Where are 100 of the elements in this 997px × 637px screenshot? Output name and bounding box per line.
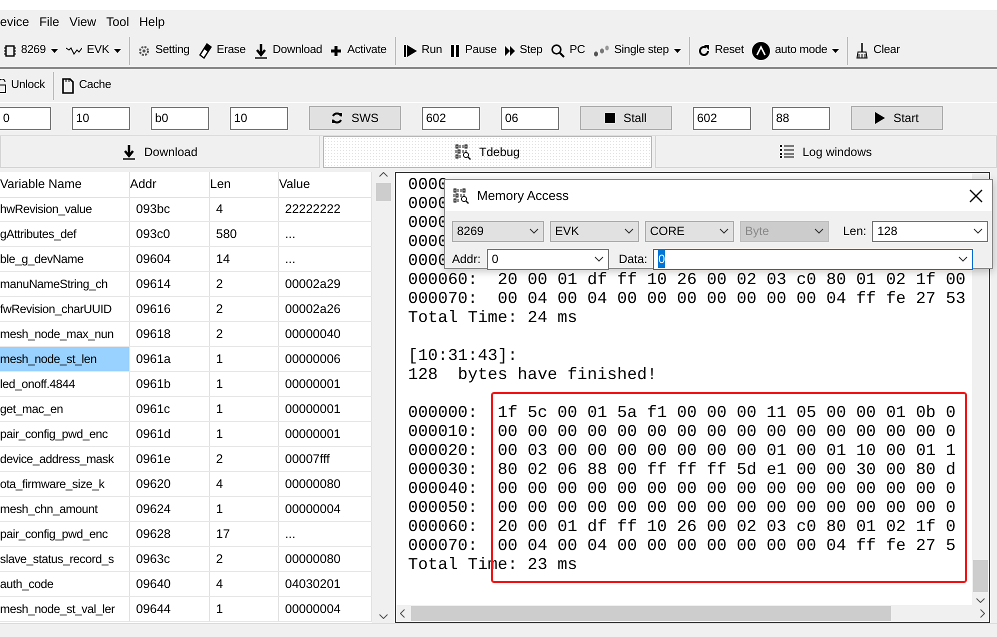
- table-cell[interactable]: 1: [210, 497, 279, 522]
- table-cell[interactable]: 00000001: [279, 422, 372, 447]
- table-cell[interactable]: 00000004: [279, 497, 372, 522]
- toolbar-button[interactable]: PC: [546, 36, 590, 64]
- scroll-thumb[interactable]: [973, 560, 988, 592]
- table-cell[interactable]: 00000040: [279, 322, 372, 347]
- table-cell[interactable]: 580: [210, 222, 279, 247]
- menu-item[interactable]: File: [34, 16, 64, 28]
- table-cell[interactable]: 4: [210, 472, 279, 497]
- table-cell[interactable]: 00007fff: [279, 447, 372, 472]
- table-cell[interactable]: 0961b: [130, 372, 210, 397]
- table-cell[interactable]: 0963c: [130, 547, 210, 572]
- table-cell[interactable]: 00000001: [279, 372, 372, 397]
- dropdown-button[interactable]: auto mode: [748, 36, 844, 64]
- table-cell[interactable]: gAttributes_def: [0, 222, 130, 247]
- dropdown-field[interactable]: EVK: [550, 220, 639, 242]
- table-cell[interactable]: 00000080: [279, 472, 372, 497]
- toolbar-button[interactable]: Activate: [326, 36, 391, 64]
- table-cell[interactable]: 09640: [130, 572, 210, 597]
- action-button[interactable]: SWS: [309, 106, 401, 130]
- toolbar-button[interactable]: Clear: [852, 36, 904, 64]
- table-cell[interactable]: 2: [210, 297, 279, 322]
- toolbar-button[interactable]: Erase: [194, 36, 250, 64]
- input-field[interactable]: 10: [230, 106, 288, 130]
- dropdown-button[interactable]: EVK: [62, 36, 126, 64]
- table-cell[interactable]: 09618: [130, 322, 210, 347]
- table-cell[interactable]: ble_g_devName: [0, 247, 130, 272]
- table-cell[interactable]: 04030201: [279, 572, 372, 597]
- close-button[interactable]: [968, 188, 984, 204]
- table-cell[interactable]: hwRevision_value: [0, 197, 130, 222]
- column-header[interactable]: Variable Name: [0, 172, 130, 198]
- table-cell[interactable]: 00000080: [279, 547, 372, 572]
- table-cell[interactable]: 2: [210, 272, 279, 297]
- table-cell[interactable]: mesh_node_st_len: [0, 347, 130, 372]
- table-cell[interactable]: 1: [210, 397, 279, 422]
- table-cell[interactable]: 22222222: [279, 197, 372, 222]
- table-cell[interactable]: device_address_mask: [0, 447, 130, 472]
- toolbar-button[interactable]: Step: [500, 36, 546, 64]
- dropdown-button[interactable]: 8269: [0, 36, 62, 64]
- table-cell[interactable]: 2: [210, 547, 279, 572]
- table-cell[interactable]: 09644: [130, 597, 210, 622]
- table-cell[interactable]: 093bc: [130, 197, 210, 222]
- toolbar-button[interactable]: Pause: [446, 36, 501, 64]
- input-field[interactable]: 88: [772, 106, 830, 130]
- scroll-thumb[interactable]: [376, 183, 391, 201]
- table-cell[interactable]: 0961e: [130, 447, 210, 472]
- toolbar-button[interactable]: Run: [400, 36, 446, 64]
- table-cell[interactable]: 09620: [130, 472, 210, 497]
- table-cell[interactable]: 2: [210, 322, 279, 347]
- table-cell[interactable]: manuNameString_ch: [0, 272, 130, 297]
- table-cell[interactable]: 0961d: [130, 422, 210, 447]
- menu-item[interactable]: Help: [134, 16, 170, 28]
- table-cell[interactable]: mesh_node_st_val_ler: [0, 597, 130, 622]
- table-cell[interactable]: ...: [279, 247, 372, 272]
- table-cell[interactable]: 17: [210, 522, 279, 547]
- dropdown-field[interactable]: CORE: [645, 220, 734, 242]
- table-cell[interactable]: 4: [210, 572, 279, 597]
- table-cell[interactable]: 00002a26: [279, 297, 372, 322]
- table-cell[interactable]: 1: [210, 372, 279, 397]
- table-cell[interactable]: 09614: [130, 272, 210, 297]
- table-cell[interactable]: slave_status_record_s: [0, 547, 130, 572]
- table-cell[interactable]: 00002a29: [279, 272, 372, 297]
- table-cell[interactable]: 09628: [130, 522, 210, 547]
- input-field[interactable]: b0: [151, 106, 209, 130]
- dropdown-field[interactable]: 8269: [452, 220, 544, 242]
- table-cell[interactable]: 4: [210, 197, 279, 222]
- table-cell[interactable]: 09616: [130, 297, 210, 322]
- table-cell[interactable]: get_mac_en: [0, 397, 130, 422]
- table-cell[interactable]: 14: [210, 247, 279, 272]
- menu-item[interactable]: Tool: [101, 16, 134, 28]
- table-cell[interactable]: 1: [210, 347, 279, 372]
- table-cell[interactable]: mesh_chn_amount: [0, 497, 130, 522]
- toolbar-button[interactable]: Unlock: [0, 72, 49, 100]
- column-header[interactable]: Len: [210, 172, 279, 198]
- table-cell[interactable]: 1: [210, 422, 279, 447]
- input-field[interactable]: 0: [0, 106, 51, 130]
- input-field[interactable]: 06: [501, 106, 559, 130]
- scroll-thumb[interactable]: [411, 606, 891, 621]
- table-cell[interactable]: ota_firmware_size_k: [0, 472, 130, 497]
- input-field[interactable]: 602: [422, 106, 480, 130]
- table-cell[interactable]: fwRevision_charUUID: [0, 297, 130, 322]
- toolbar-button[interactable]: Download: [250, 36, 326, 64]
- dropdown-field[interactable]: 128: [872, 220, 988, 242]
- toolbar-button[interactable]: Reset: [694, 36, 748, 64]
- table-cell[interactable]: ...: [279, 222, 372, 247]
- table-cell[interactable]: pair_config_pwd_enc: [0, 522, 130, 547]
- toolbar-button[interactable]: Setting: [134, 36, 194, 64]
- table-cell[interactable]: 093c0: [130, 222, 210, 247]
- table-cell[interactable]: 0961c: [130, 397, 210, 422]
- action-button[interactable]: Start: [851, 106, 943, 130]
- input-field[interactable]: 10: [72, 106, 130, 130]
- table-cell[interactable]: 00000001: [279, 397, 372, 422]
- dropdown-field[interactable]: 0: [653, 248, 974, 270]
- dropdown-button[interactable]: Single step: [589, 36, 685, 64]
- scrollbar[interactable]: [396, 605, 989, 622]
- table-cell[interactable]: 0961a: [130, 347, 210, 372]
- table-cell[interactable]: led_onoff.4844: [0, 372, 130, 397]
- menu-item[interactable]: View: [64, 16, 102, 28]
- menu-item[interactable]: evice: [0, 16, 34, 28]
- table-cell[interactable]: ...: [279, 522, 372, 547]
